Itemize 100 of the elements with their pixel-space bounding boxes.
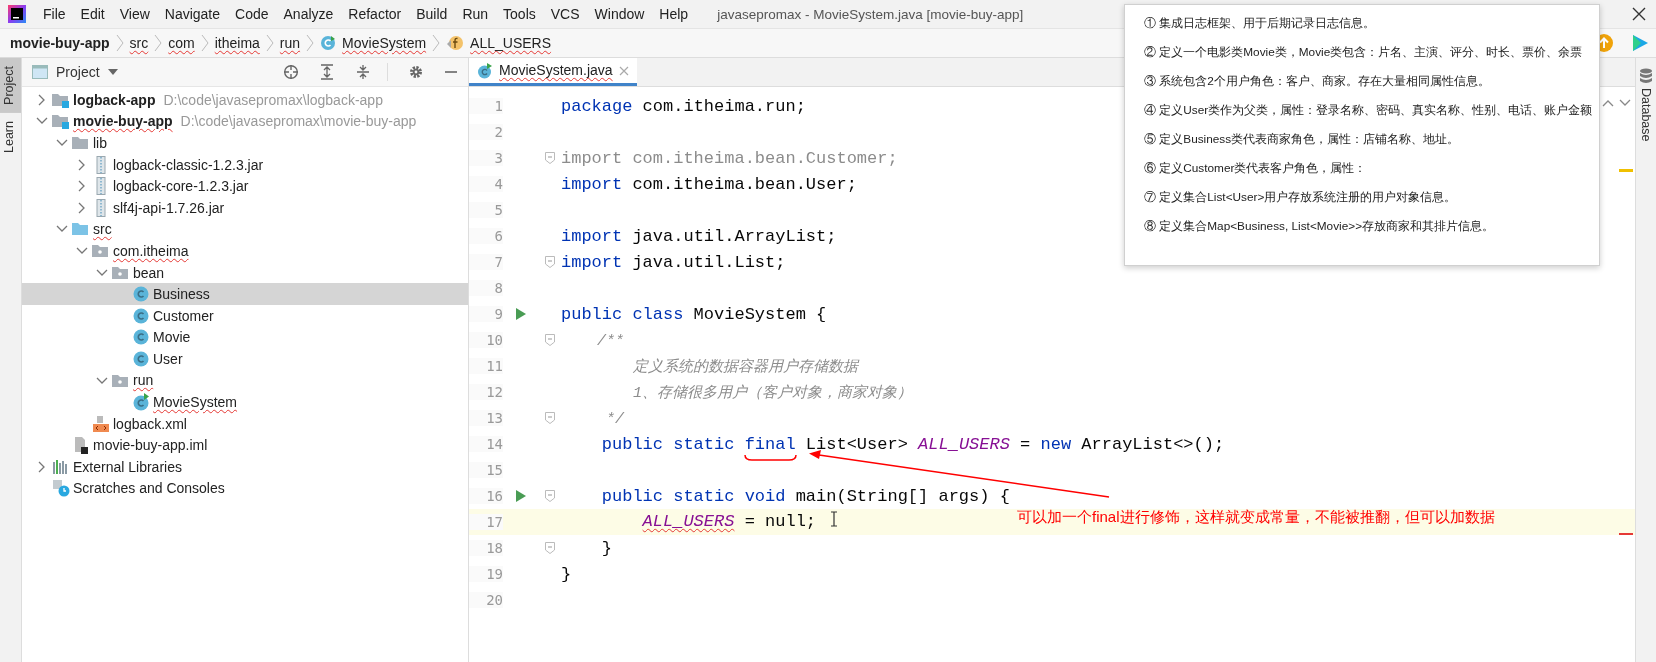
popup-line: ⑤ 定义Business类代表商家角色，属性：店铺名称、地址。 [1144,131,1461,148]
line-number: 2 [469,124,503,140]
tree-item[interactable]: bean [22,261,468,284]
menu-item[interactable]: Tools [503,6,536,22]
line-number: 14 [469,436,503,452]
breadcrumb[interactable]: ALL_USERS [470,30,552,56]
tree-label: lib [93,135,107,151]
module-path: D:\code\javasepromax\movie-buy-app [180,113,417,130]
tree-item[interactable]: movie-buy-app.iml [22,434,468,457]
tree-item[interactable]: movie-buy-app D:\code\javasepromax\movie-buy-app [22,110,468,133]
panel-title[interactable]: Project [56,64,100,80]
tree-item[interactable]: logback-app D:\code\javasepromax\logback-app [22,89,468,111]
tree-label: src [93,220,112,240]
code-token: main(String[] args) { [794,486,1010,506]
tree-item[interactable]: com.itheima [22,240,468,262]
tree-label: movie-buy-app.iml [93,437,208,454]
tree-label: logback-classic-1.2.3.jar [113,156,264,173]
menu-item[interactable]: Help [659,6,689,22]
tree-label: movie-buy-app [73,112,173,132]
breadcrumb[interactable]: movie-buy-app [10,35,110,51]
tree-label: run [133,371,154,391]
line-number: 11 [469,358,503,374]
code-token: } [561,564,572,584]
popup-line: ③ 系统包含2个用户角色：客户、商家。存在大量相同属性信息。 [1144,73,1491,90]
tab-label: MovieSystem.java [499,61,613,81]
menu-item[interactable]: Run [462,6,489,22]
tool-window-tab[interactable]: Learn [0,112,21,161]
code-token: /** [596,332,624,350]
code-token: ALL_USERS [918,434,1010,454]
breadcrumb[interactable]: run [279,30,301,56]
tree-item[interactable]: Business [22,283,468,305]
line-number: 20 [469,592,503,608]
code-token: java.util.ArrayList; [631,226,837,246]
tree-label: External Libraries [73,458,182,475]
code-token: MovieSystem { [692,304,827,324]
code-token: public static [600,434,736,454]
menu-item[interactable]: Build [416,6,448,22]
breadcrumb[interactable]: com [168,30,195,56]
menu-item[interactable]: Analyze [283,6,334,22]
line-number: 12 [469,384,503,400]
code-token: com.itheima.bean.User; [631,174,857,194]
code-token: = [1019,434,1032,454]
line-number: 7 [469,254,503,270]
line-number: 3 [469,150,503,166]
breadcrumb[interactable]: itheima [214,30,260,56]
menu-item[interactable]: Code [235,6,269,22]
tree-label: bean [133,264,165,281]
menu-item[interactable]: VCS [550,6,580,22]
menu-item[interactable]: File [43,6,66,22]
code-token: ALL_USERS [642,511,735,534]
code-token: import [561,226,623,246]
menu-item[interactable]: View [119,6,150,22]
line-number: 8 [469,280,503,296]
code-token: } [600,538,612,558]
annotation-text: 可以加一个final进行修饰，这样就变成常量，不能被推翻，但可以加数据 [1017,508,1495,527]
tree-item[interactable]: Movie [22,326,468,349]
code-token: = null; [743,512,817,532]
tree-item[interactable]: run [22,369,468,392]
tree-label: Customer [153,307,214,324]
breadcrumb[interactable]: src [129,30,149,56]
line-number: 4 [469,176,503,192]
tool-window-tab[interactable]: Project [0,58,21,113]
tree-item[interactable]: lib [22,132,468,154]
popup-line: ① 集成日志框架、用于后期记录日志信息。 [1144,15,1377,32]
tree-item[interactable]: User [22,348,468,370]
popup-line: ⑥ 定义Customer类代表客户角色，属性： [1144,160,1368,177]
code-token: 定义系统的数据容器用户存储数据 [632,358,858,376]
menu-item[interactable]: Navigate [164,6,221,22]
tree-label: MovieSystem [153,393,238,413]
breadcrumb[interactable]: MovieSystem [342,30,427,56]
line-number: 6 [469,228,503,244]
tree-item[interactable]: logback-core-1.2.3.jar [22,175,468,197]
menu-item[interactable]: Edit [80,6,105,22]
tree-label: Scratches and Consoles [73,480,225,497]
tree-item[interactable]: logback-classic-1.2.3.jar [22,153,468,176]
editor-tab[interactable]: MovieSystem.java [469,58,637,86]
tree-label: User [153,350,183,367]
tree-item[interactable]: Customer [22,304,468,327]
tree-label: slf4j-api-1.7.26.jar [113,199,225,216]
tool-window-tab[interactable]: Database [1639,88,1653,142]
tree-item[interactable]: slf4j-api-1.7.26.jar [22,196,468,219]
code-token: List<User> [804,434,909,454]
code-token: public static void [600,486,786,506]
tree-item[interactable]: Scratches and Consoles [22,477,468,500]
popup-line: ② 定义一个电影类Movie类，Movie类包含：片名、主演、评分、时长、票价、余票 [1144,44,1584,61]
line-number: 13 [469,410,503,426]
popup-line: ④ 定义User类作为父类，属性：登录名称、密码、真实名称、性别、电话、账户金额 [1144,102,1594,119]
tree-item[interactable]: External Libraries [22,456,468,478]
tree-item[interactable]: src [22,218,468,241]
menu-item[interactable]: Refactor [348,6,402,22]
code-token: com.itheima.run; [641,96,806,116]
line-number: 10 [469,332,503,348]
line-number: 18 [469,540,503,556]
line-number: 16 [469,488,503,504]
tree-item[interactable]: logback.xml [22,412,468,435]
code-token: */ [605,410,624,428]
tree-item[interactable]: MovieSystem [22,391,468,413]
code-token: new [1040,434,1072,454]
menu-item[interactable]: Window [594,6,645,22]
code-token: import com.itheima.bean.Customer; [561,148,898,168]
